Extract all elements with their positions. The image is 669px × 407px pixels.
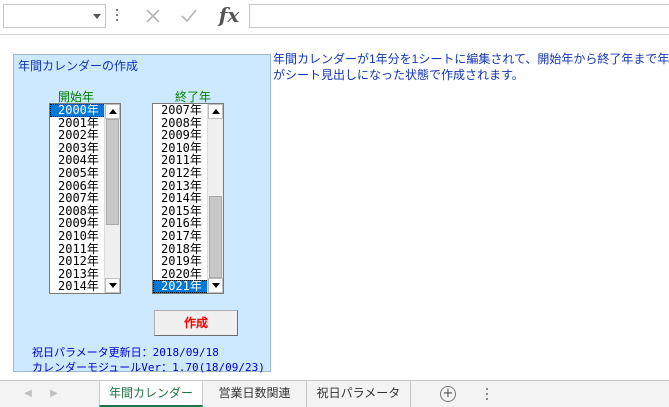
scroll-down-icon[interactable] (105, 278, 120, 293)
tab-business-days[interactable]: 営業日数関連 (203, 381, 307, 407)
scroll-up-icon[interactable] (208, 104, 223, 119)
list-item[interactable]: 2005年 (50, 167, 106, 180)
holiday-param-date: 祝日パラメータ更新日：2018/09/18 (32, 346, 219, 359)
formula-input[interactable] (249, 4, 669, 28)
scroll-thumb[interactable] (209, 196, 222, 278)
list-item[interactable]: 2009年 (153, 129, 209, 142)
scroll-up-icon[interactable] (105, 104, 120, 119)
name-box[interactable] (3, 4, 106, 28)
end-year-list: 2007年 2008年 2009年 2010年 2011年 2012年 2013年 2014年… (153, 104, 209, 293)
description-text: 年間カレンダーが1年分を1シートに編集されて、開始年から終了年まで年 がシート見… (273, 51, 669, 83)
calendar-form-panel: 年間カレンダーの作成 開始年 終了年 2000年 2001年 2002年 2003年 2… (13, 54, 271, 374)
sheet-tab-bar: ◀ ▶ 年間カレンダー 営業日数関連 祝日パラメータ + (0, 380, 669, 407)
tab-scroll-left-icon[interactable]: ◀ (22, 388, 34, 400)
list-item[interactable]: 2021年 (153, 280, 209, 293)
start-year-listbox[interactable]: 2000年 2001年 2002年 2003年 2004年 2005年 2006年 2007年… (49, 103, 121, 294)
list-item[interactable]: 2000年 (50, 104, 106, 117)
drag-handle-icon[interactable] (116, 9, 119, 23)
start-year-scrollbar[interactable] (104, 104, 120, 293)
list-item[interactable]: 2002年 (50, 129, 106, 142)
chevron-down-icon[interactable] (93, 14, 101, 19)
scroll-thumb[interactable] (106, 119, 119, 225)
end-year-listbox[interactable]: 2007年 2008年 2009年 2010年 2011年 2012年 2013年 2014年… (152, 103, 224, 294)
worksheet-area[interactable]: 年間カレンダーの作成 開始年 終了年 2000年 2001年 2002年 2003年 2… (0, 36, 669, 379)
list-item[interactable]: 2012年 (50, 255, 106, 268)
formula-bar: fx (0, 0, 669, 35)
panel-title: 年間カレンダーの作成 (18, 59, 139, 73)
create-button[interactable]: 作成 (154, 310, 238, 336)
tab-annual-calendar[interactable]: 年間カレンダー (99, 381, 203, 407)
list-item[interactable]: 2007年 (153, 104, 209, 117)
list-item[interactable]: 2010年 (50, 230, 106, 243)
close-icon[interactable] (140, 3, 166, 29)
check-icon[interactable] (176, 3, 202, 29)
start-year-list: 2000年 2001年 2002年 2003年 2004年 2005年 2006年 2007年… (50, 104, 106, 293)
description-line-2: がシート見出しになった状態で作成されます。 (273, 68, 524, 82)
insert-function-button[interactable]: fx (216, 2, 242, 30)
list-item[interactable]: 2019年 (153, 255, 209, 268)
tab-holiday-params[interactable]: 祝日パラメータ (307, 381, 411, 407)
description-line-1: 年間カレンダーが1年分を1シートに編集されて、開始年から終了年まで年 (273, 52, 669, 66)
tab-scroll-right-icon[interactable]: ▶ (48, 388, 60, 400)
list-item[interactable]: 2017年 (153, 230, 209, 243)
list-item[interactable]: 2014年 (153, 192, 209, 205)
list-item[interactable]: 2007年 (50, 192, 106, 205)
module-version: カレンダーモジュールVer：1.70(18/09/23) (32, 361, 265, 374)
end-year-scrollbar[interactable] (207, 104, 223, 293)
list-item[interactable]: 2012年 (153, 167, 209, 180)
add-sheet-icon[interactable]: + (440, 386, 456, 402)
scroll-down-icon[interactable] (208, 278, 223, 293)
drag-handle-icon[interactable] (486, 388, 488, 403)
list-item[interactable]: 2014年 (50, 280, 106, 293)
